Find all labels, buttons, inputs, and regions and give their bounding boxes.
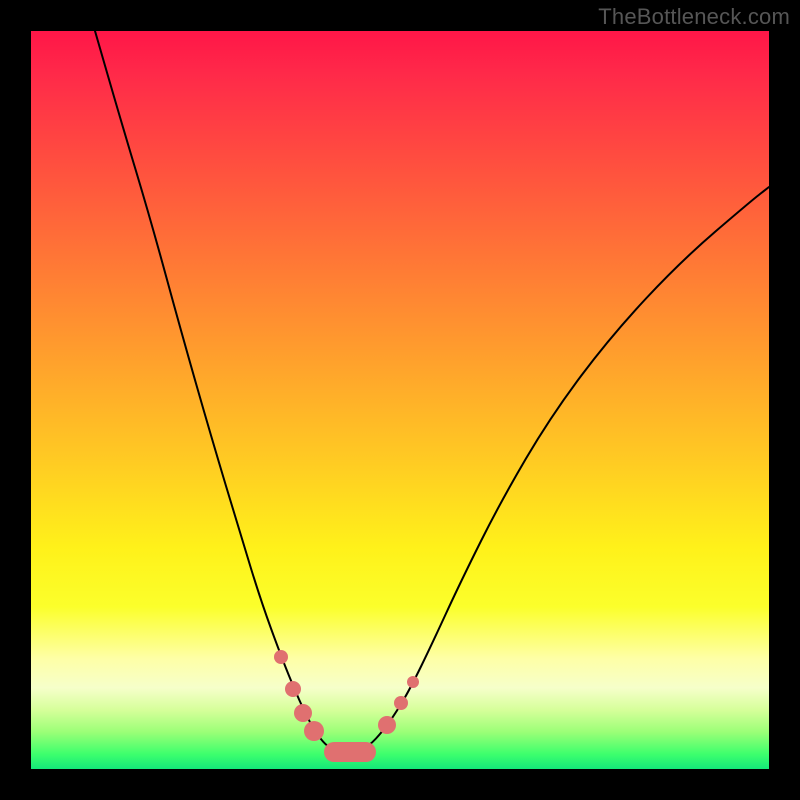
chart-frame: TheBottleneck.com (0, 0, 800, 800)
trough-marker-dot (274, 650, 288, 664)
bottleneck-curve (95, 31, 769, 753)
trough-markers (274, 650, 419, 762)
plot-area (31, 31, 769, 769)
curve-layer (31, 31, 769, 769)
trough-marker-dot (407, 676, 419, 688)
trough-marker-dot (378, 716, 396, 734)
trough-marker-dot (304, 721, 324, 741)
trough-marker-dot (394, 696, 408, 710)
trough-marker-dot (294, 704, 312, 722)
trough-marker-bar (324, 742, 376, 762)
trough-marker-dot (285, 681, 301, 697)
watermark-text: TheBottleneck.com (598, 4, 790, 30)
